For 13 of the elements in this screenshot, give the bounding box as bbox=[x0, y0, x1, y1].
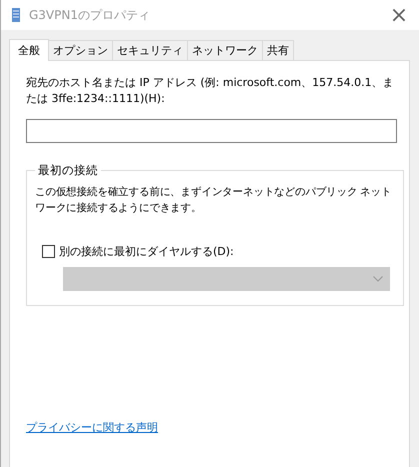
tab[interactable]: 全般 bbox=[9, 39, 49, 61]
close-button[interactable]: × bbox=[379, 0, 419, 30]
checkbox-label: 別の接続に最初にダイヤルする(D): bbox=[59, 244, 234, 259]
group-description: この仮想接続を確立する前に、まずインターネットなどのパブリック ネットワークに接続するようにできます。 bbox=[35, 185, 392, 216]
document-icon bbox=[11, 7, 21, 23]
tab[interactable]: 共有 bbox=[262, 40, 294, 60]
checkbox[interactable] bbox=[42, 245, 55, 258]
group-title: 最初の接続 bbox=[37, 163, 99, 178]
host-label: 宛先のホスト名または IP アドレス (例: microsoft.com、157.54.0.1、または 3ffe:1234::1111)(H): bbox=[26, 75, 395, 107]
chevron-down-icon bbox=[373, 276, 383, 282]
privacy-link[interactable]: プライバシーに関する声明 bbox=[26, 420, 158, 435]
host-input-field[interactable] bbox=[26, 119, 397, 143]
window-title: G3VPN1のプロパティ bbox=[29, 6, 151, 24]
